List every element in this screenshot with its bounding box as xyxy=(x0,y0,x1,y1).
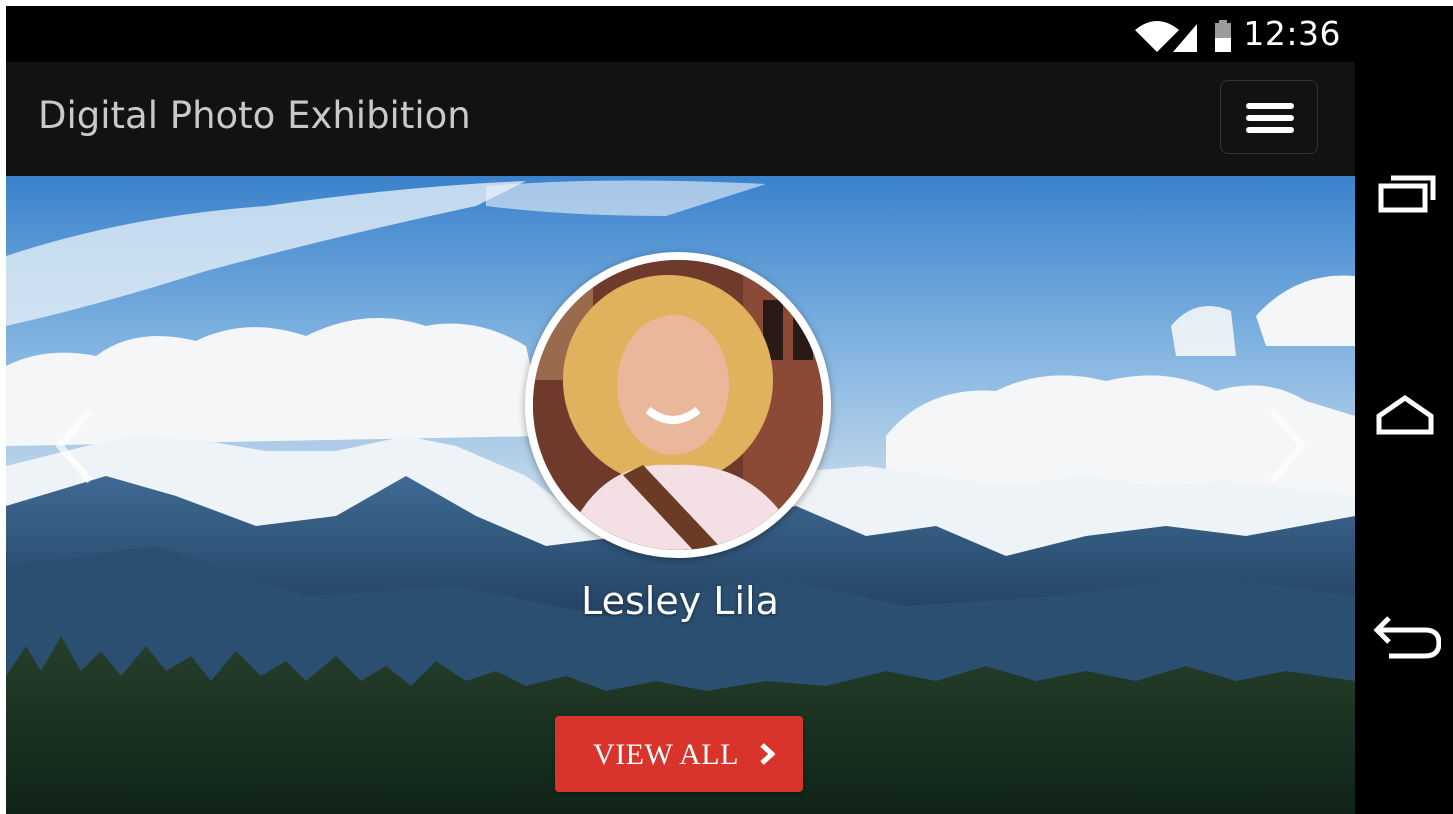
avatar[interactable] xyxy=(525,252,831,558)
recent-apps-icon xyxy=(1378,175,1436,213)
view-all-button[interactable]: VIEW ALL xyxy=(555,716,803,792)
chevron-left-icon xyxy=(55,408,93,484)
carousel-prev-button[interactable] xyxy=(48,401,108,491)
chevron-right-icon xyxy=(760,743,775,765)
chevron-right-icon xyxy=(1269,408,1307,484)
carousel-next-button[interactable] xyxy=(1254,401,1314,491)
app-bar: Digital Photo Exhibition xyxy=(6,62,1355,176)
view-all-label: VIEW ALL xyxy=(593,738,739,771)
profile-photo xyxy=(533,260,823,550)
status-bar: 12:36 xyxy=(6,6,1355,62)
home-button[interactable] xyxy=(1369,386,1441,446)
status-icons xyxy=(1135,20,1231,52)
battery-icon xyxy=(1215,20,1231,52)
app-title: Digital Photo Exhibition xyxy=(38,94,471,137)
status-time: 12:36 xyxy=(1243,14,1341,53)
system-navigation-bar xyxy=(1355,6,1453,814)
person-name: Lesley Lila xyxy=(581,579,779,623)
back-icon xyxy=(1373,616,1441,659)
phone-screen: 12:36 Digital Photo Exhibition Lesley Li… xyxy=(6,6,1453,814)
back-button[interactable] xyxy=(1369,608,1441,668)
wifi-icon xyxy=(1135,21,1179,52)
home-icon xyxy=(1376,394,1434,435)
menu-button[interactable] xyxy=(1220,80,1318,154)
recent-apps-button[interactable] xyxy=(1369,164,1441,224)
hero-carousel: Lesley Lila VIEW ALL xyxy=(6,176,1355,814)
